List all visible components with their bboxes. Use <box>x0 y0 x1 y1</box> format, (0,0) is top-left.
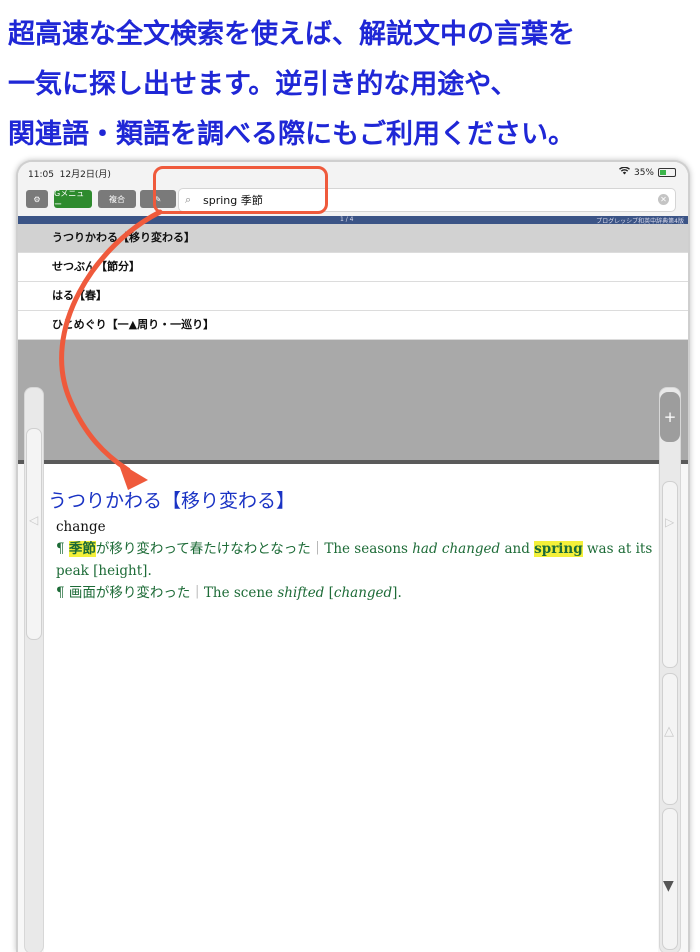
wifi-icon <box>618 166 630 178</box>
result-item[interactable]: うつりかわる【移り変わる】 <box>18 224 688 253</box>
battery-icon <box>658 168 676 177</box>
result-list: うつりかわる【移り変わる】 せつぶん【節分】 はる【春】 ひとめぐり【一▲周り・… <box>18 224 688 340</box>
entry-headword: うつりかわる【移り変わる】 <box>48 490 296 512</box>
headline-line-1: 超高速な全文検索を使えば、解説文中の言葉を <box>8 19 575 50</box>
search-highlight: 季節 <box>68 541 96 557</box>
search-highlight: spring <box>534 541 583 557</box>
status-right: 35% <box>618 166 676 178</box>
entry-view: うつりかわる【移り変わる】 change ¶ 季節が移り変わって春たけなわとなっ… <box>44 464 658 952</box>
headline-line-2: 一気に探し出せます。逆引き的な用途や、 <box>8 69 518 100</box>
entry-body: change ¶ 季節が移り変わって春たけなわとなった｜The seasons … <box>56 516 654 604</box>
left-scroll-rail[interactable]: ◁ <box>24 387 44 952</box>
page-up-icon[interactable]: △ <box>664 724 674 739</box>
result-item[interactable]: はる【春】 <box>18 282 688 311</box>
zoom-plus-button[interactable]: + <box>660 392 680 442</box>
annotation-highlight-box <box>153 166 328 214</box>
right-scroll-handle-top[interactable] <box>662 481 678 668</box>
result-item[interactable]: ひとめぐり【一▲周り・一巡り】 <box>18 311 688 340</box>
entry-gloss: change <box>56 519 106 535</box>
page-down-icon[interactable]: ▼ <box>663 878 674 894</box>
promo-headline: 超高速な全文検索を使えば、解説文中の言葉を 一気に探し出せます。逆引き的な用途や… <box>8 10 698 160</box>
battery-percent: 35% <box>633 167 654 178</box>
status-time: 11:05 12月2日(月) <box>28 170 111 180</box>
result-count: 1 / 4 <box>340 216 354 223</box>
headline-line-3: 関連語・類語を調べる際にもご利用ください。 <box>8 119 575 150</box>
multi-search-button[interactable]: 複合 <box>98 190 136 208</box>
page-info-bar: 1 / 4 プログレッシブ和英中辞典第4版 <box>18 216 688 225</box>
toolbar: ⚙ Gメニュー 複合 ✎ ⌕ ✕ <box>18 182 688 216</box>
status-bar: 11:05 12月2日(月) 35% <box>18 162 688 182</box>
example-2: ¶ 画面が移り変わった｜The scene shifted [changed]. <box>56 585 402 601</box>
clear-icon[interactable]: ✕ <box>658 194 669 205</box>
settings-button[interactable]: ⚙ <box>26 190 48 208</box>
right-scroll-rail[interactable]: + ▷ △ ▼ <box>659 387 681 952</box>
back-arrow-icon[interactable]: ◁ <box>29 513 38 527</box>
right-scroll-handle-mid[interactable] <box>662 673 678 805</box>
left-scroll-handle[interactable] <box>26 428 42 640</box>
tablet-screen: 11:05 12月2日(月) 35% ⚙ Gメニュー 複合 ✎ ⌕ ✕ 1 / … <box>16 160 690 952</box>
gear-icon: ⚙ <box>33 194 41 204</box>
example-1: ¶ 季節が移り変わって春たけなわとなった｜The seasons had cha… <box>56 541 653 579</box>
empty-list-area <box>18 340 688 460</box>
g-menu-button[interactable]: Gメニュー <box>54 189 92 209</box>
forward-arrow-icon[interactable]: ▷ <box>665 515 674 529</box>
result-item[interactable]: せつぶん【節分】 <box>18 253 688 282</box>
